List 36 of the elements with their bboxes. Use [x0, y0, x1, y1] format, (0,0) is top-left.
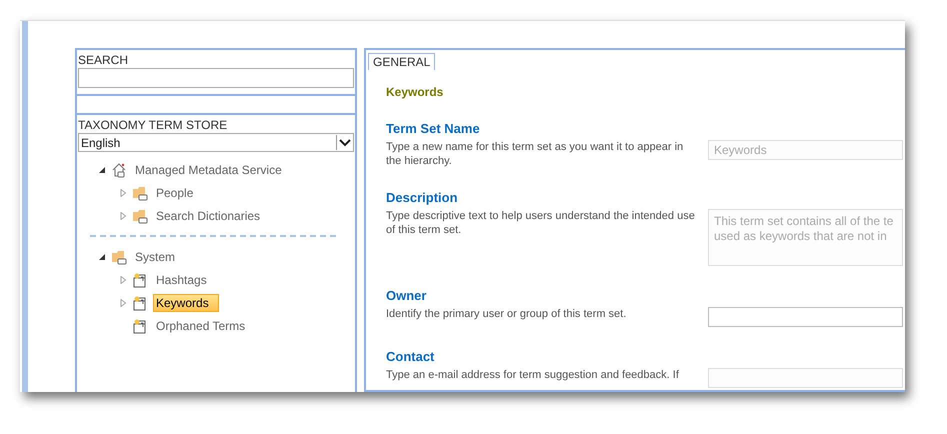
folder-icon	[132, 208, 148, 224]
input-field[interactable]	[708, 307, 903, 327]
section-heading: Owner	[386, 288, 428, 303]
search-label: SEARCH	[78, 53, 130, 67]
folder-icon	[111, 248, 127, 264]
folder-icon	[132, 184, 148, 200]
collapse-arrow-icon[interactable]	[98, 166, 106, 174]
tree-item[interactable]: People	[153, 184, 196, 202]
help-text: Type an e-mail address for term suggestion and feedback. If	[386, 368, 680, 383]
help-text: Type descriptive text to help users understand the intended use of this term set.	[386, 209, 696, 238]
section-heading: Term Set Name	[386, 121, 481, 136]
tree-item[interactable]: System	[132, 248, 178, 266]
chevron-down-icon	[336, 135, 353, 150]
house-icon	[111, 162, 127, 178]
tree-item[interactable]: Keywords	[153, 294, 219, 312]
section-heading: Contact	[386, 349, 436, 364]
expand-arrow-icon[interactable]	[119, 276, 127, 284]
search-field[interactable]	[78, 68, 354, 88]
term-set-icon	[132, 272, 148, 288]
collapse-arrow-icon[interactable]	[98, 252, 106, 260]
tree-item[interactable]: Orphaned Terms	[153, 316, 248, 334]
term-set-title: Keywords	[386, 85, 444, 99]
section-heading: Description	[386, 190, 459, 205]
tab[interactable]: GENERAL	[368, 53, 436, 70]
expand-arrow-icon[interactable]	[119, 188, 127, 196]
section-label: TAXONOMY TERM STORE	[78, 118, 228, 132]
tree-item[interactable]: Managed Metadata Service	[132, 160, 285, 178]
term-set-icon	[132, 294, 148, 310]
expand-arrow-icon[interactable]	[119, 298, 127, 306]
language-dropdown[interactable]: English	[78, 133, 354, 152]
expand-arrow-icon[interactable]	[119, 212, 127, 220]
help-text: Type a new name for this term set as you want it to appear in the hierarchy.	[386, 140, 684, 168]
tree-item[interactable]: Search Dictionaries	[153, 206, 264, 224]
term-set-icon	[132, 318, 148, 334]
tree-item[interactable]: Hashtags	[153, 270, 210, 288]
help-text: Identify the primary user or group of this term set.	[386, 307, 628, 322]
